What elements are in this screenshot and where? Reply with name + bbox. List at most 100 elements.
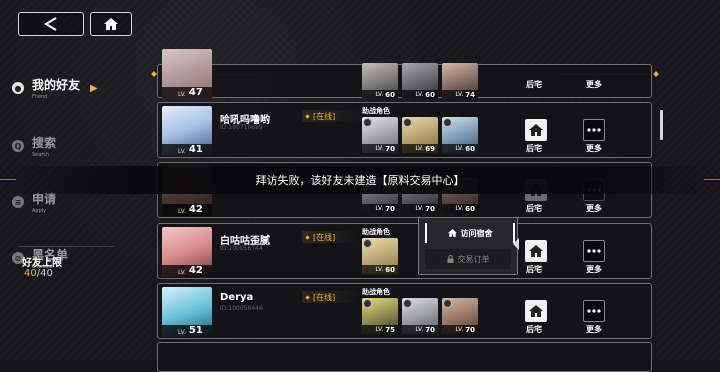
level-tag: LV. [415,326,424,333]
status-text: [在线] [313,111,336,121]
level-tag: LV. [178,91,186,98]
level-tag: LV. [415,205,424,212]
more-button[interactable] [583,119,605,141]
chevron-left-icon [44,17,57,31]
character-level: 60 [465,144,475,153]
player-id: ID:100710689 [220,124,263,131]
character-level: 60 [425,90,435,99]
dorm-label: 后宅 [526,265,542,274]
scrollbar[interactable] [660,110,663,140]
popup-pointer-icon [513,238,519,250]
level-tag: LV. [375,205,384,212]
element-badge-icon [363,299,372,308]
level-tag: LV. [455,205,464,212]
more-label: 更多 [586,325,602,334]
dorm-icon [529,124,543,136]
dorm-icon [529,305,543,317]
toast-message: 拜访失败，该好友未建造【原料交易中心】 [0,166,720,194]
dorm-icon [529,245,543,257]
visit-dorm-label: 访问宿舍 [460,228,493,238]
toast-text: 拜访失败，该好友未建造【原料交易中心】 [255,174,465,187]
sidebar-item-sublabel: Friend [32,94,48,100]
trade-order-button[interactable]: 交易订单 [425,249,511,269]
dorm-button[interactable] [525,240,547,262]
more-icon [587,309,601,313]
friend-card[interactable]: LV. 47 LV. 60 LV. 60 LV. 74 后宅 更多 [157,49,652,99]
dorm-button[interactable] [525,300,547,322]
status-text: [在线] [313,232,336,242]
support-character[interactable]: LV. 70 [442,298,478,334]
support-character[interactable]: LV. 60 [442,117,478,153]
dorm-label: 后宅 [526,325,542,334]
level-tag: LV. [375,266,384,273]
level-tag: LV. [375,91,384,98]
support-characters-label: 助战角色 [362,107,390,115]
home-button[interactable] [90,12,132,36]
sidebar-item-label: 我的好友 [32,78,81,92]
level-tag: LV. [455,326,464,333]
support-character[interactable]: LV. 75 [362,298,398,334]
player-level: 42 [188,204,203,215]
character-level: 60 [385,265,395,274]
dorm-label: 后宅 [526,144,542,153]
player-level: 47 [188,87,203,98]
friend-card[interactable]: LV. 42 白咕咕歪腻 ID:100056744 [在线] 助战角色 LV. 60… [157,223,652,279]
sidebar-item-sublabel: Apply [32,208,47,214]
search-icon: Q [12,140,24,152]
player-name: Derya [220,292,254,303]
sidebar-item-search[interactable]: Q 搜索 Search [12,134,56,158]
character-level: 70 [385,204,395,213]
sidebar-item-friends[interactable]: ● 我的好友 Friend ▶ [12,76,98,100]
more-button[interactable] [583,300,605,322]
support-character[interactable]: LV. 60 [362,238,398,274]
more-label: 更多 [586,265,602,274]
support-character: LV. 74 [442,63,478,99]
player-level: 42 [188,265,203,276]
friend-card[interactable] [157,342,652,372]
home-icon [447,229,457,237]
active-arrow-icon: ▶ [90,82,98,94]
element-badge-icon [363,118,372,127]
level-tag: LV. [178,269,186,276]
divider [0,179,16,180]
home-icon [104,18,118,30]
level-tag: LV. [415,145,424,152]
more-label: 更多 [586,204,602,213]
friend-limit-label: 好友上限 [22,258,62,269]
friend-card[interactable]: LV. 41 哈吼吗噜哟 ID:100710689 [在线] 助战角色 LV. 70… [157,102,652,158]
status-badge: [在线] [302,231,362,243]
support-characters-label: 助战角色 [362,288,390,296]
apply-icon: ≡ [12,196,24,208]
more-popup-menu: 访问宿舍 交易订单 [418,217,518,275]
support-character[interactable]: LV. 70 [362,117,398,153]
divider [18,246,114,247]
character-level: 70 [465,325,475,334]
support-character: LV. 60 [362,63,398,99]
level-tag: LV. [455,145,464,152]
more-label: 更多 [586,144,602,153]
element-badge-icon [403,299,412,308]
friend-card[interactable]: LV. 51 Derya ID:100058446 [在线] 助战角色 LV. 75… [157,283,652,339]
visit-dorm-button[interactable]: 访问宿舍 [425,223,515,243]
friend-max: /40 [36,268,53,279]
support-character[interactable]: LV. 69 [402,117,438,153]
level-tag: LV. [375,326,384,333]
level-tag: LV. [375,145,384,152]
status-badge: [在线] [302,291,362,303]
more-button[interactable] [583,240,605,262]
trade-order-label: 交易订单 [457,254,490,264]
player-id: ID:100056744 [220,245,263,252]
more-icon [587,128,601,132]
dorm-button[interactable] [525,119,547,141]
level-tag: LV. [178,329,186,336]
divider [704,179,720,180]
dorm-label: 后宅 [526,80,542,89]
level-tag: LV. [415,91,424,98]
lock-icon [447,255,453,263]
status-text: [在线] [313,292,336,302]
support-character[interactable]: LV. 70 [402,298,438,334]
avatar: LV. 47 [162,49,212,99]
more-icon [587,249,601,253]
back-button[interactable] [18,12,84,36]
character-level: 70 [385,144,395,153]
